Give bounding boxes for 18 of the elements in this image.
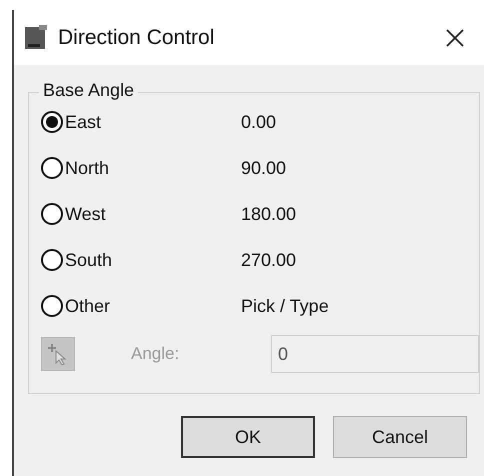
ok-button[interactable]: OK — [181, 416, 315, 458]
app-icon — [24, 24, 48, 50]
angle-value: Pick / Type — [241, 296, 330, 316]
radio-option[interactable]: North — [41, 157, 241, 179]
angle-value: 180.00 — [241, 204, 298, 224]
radio-option[interactable]: Other — [41, 295, 241, 317]
angle-value: 0.00 — [241, 112, 278, 132]
window-title: Direction Control — [58, 26, 216, 50]
angle-value: 270.00 — [241, 250, 298, 270]
radio-option[interactable]: South — [41, 249, 241, 271]
group-title: Base Angle — [39, 80, 138, 101]
radio-option[interactable]: East — [41, 111, 241, 133]
cancel-button[interactable]: Cancel — [333, 416, 467, 458]
cursor-plus-icon — [48, 343, 68, 365]
close-icon[interactable] — [446, 28, 464, 46]
angle-label: Angle: — [131, 344, 180, 364]
radio-option[interactable]: West — [41, 203, 241, 225]
angle-value: 90.00 — [241, 158, 288, 178]
